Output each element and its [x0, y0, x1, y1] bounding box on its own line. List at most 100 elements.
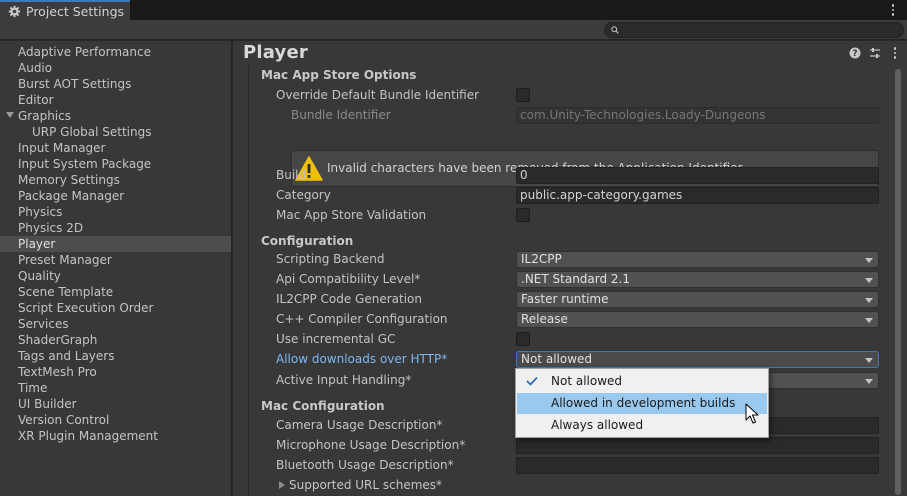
row-override-bundle: Override Default Bundle Identifier	[249, 85, 889, 105]
sidebar-item-xr-plugin[interactable]: XR Plugin Management	[0, 428, 231, 444]
sidebar-item-adaptive-performance[interactable]: Adaptive Performance	[0, 44, 231, 60]
incremental-gc-checkbox[interactable]	[516, 332, 530, 346]
sidebar-item-quality[interactable]: Quality	[0, 268, 231, 284]
preset-sliders-icon[interactable]	[869, 47, 881, 59]
field-label: Active Input Handling*	[276, 373, 412, 387]
row-url-schemes[interactable]: Supported URL schemes*	[249, 475, 889, 495]
field-label: C++ Compiler Configuration	[276, 312, 448, 326]
row-category: Category public.app-category.games	[249, 185, 889, 205]
field-label: IL2CPP Code Generation	[276, 292, 423, 306]
row-api-compat: Api Compatibility Level* .NET Standard 2…	[249, 269, 889, 289]
sidebar-item-input-system[interactable]: Input System Package	[0, 156, 231, 172]
window-tab-strip: Project Settings	[0, 0, 907, 20]
dropdown-value: Not allowed	[521, 352, 593, 366]
scrollbar-thumb[interactable]	[895, 69, 901, 495]
cpp-compiler-dropdown[interactable]: Release	[516, 311, 879, 328]
sidebar-item-textmesh-pro[interactable]: TextMesh Pro	[0, 364, 231, 380]
tab-title: Project Settings	[26, 3, 125, 19]
row-allow-http: Allow downloads over HTTP* Not allowed	[249, 349, 889, 369]
validation-checkbox[interactable]	[516, 208, 530, 222]
sidebar-item-label: Graphics	[18, 109, 71, 123]
svg-text:?: ?	[852, 49, 857, 59]
popup-option-not-allowed[interactable]: Not allowed	[517, 371, 767, 392]
mouse-cursor-icon	[745, 403, 759, 424]
row-incremental-gc: Use incremental GC	[249, 329, 889, 349]
row-build: Build 0	[249, 165, 889, 185]
settings-sidebar: Adaptive Performance Audio Burst AOT Set…	[0, 41, 232, 496]
sidebar-item-scene-template[interactable]: Scene Template	[0, 284, 231, 300]
sidebar-item-urp-global[interactable]: URP Global Settings	[0, 124, 231, 140]
vertical-scrollbar[interactable]	[893, 65, 903, 496]
scripting-backend-dropdown[interactable]: IL2CPP	[516, 251, 879, 268]
field-label: Override Default Bundle Identifier	[276, 88, 480, 102]
panel-menu-icon[interactable]	[889, 46, 901, 60]
sidebar-item-player[interactable]: Player	[0, 236, 231, 252]
allow-http-dropdown[interactable]: Not allowed	[516, 351, 879, 368]
popup-option-always-allowed[interactable]: Always allowed	[517, 415, 767, 436]
sidebar-item-tags-layers[interactable]: Tags and Layers	[0, 348, 231, 364]
field-label: Use incremental GC	[276, 332, 396, 346]
bluetooth-usage-field[interactable]	[516, 457, 879, 474]
tab-project-settings[interactable]: Project Settings	[0, 0, 130, 20]
section-mac-app-store[interactable]: Mac App Store Options	[249, 65, 889, 85]
section-title: Mac Configuration	[261, 399, 385, 413]
chevron-down-icon	[865, 318, 873, 323]
option-label: Not allowed	[551, 374, 623, 388]
dropdown-value: .NET Standard 2.1	[521, 272, 631, 286]
field-label: Scripting Backend	[276, 252, 385, 266]
dropdown-value: Faster runtime	[521, 292, 609, 306]
checkmark-icon	[526, 376, 538, 386]
option-label: Always allowed	[551, 418, 644, 432]
field-label: Bluetooth Usage Description*	[276, 458, 454, 472]
category-field[interactable]: public.app-category.games	[516, 187, 879, 204]
sidebar-item-audio[interactable]: Audio	[0, 60, 231, 76]
row-cpp-compiler: C++ Compiler Configuration Release	[249, 309, 889, 329]
section-configuration[interactable]: Configuration	[249, 231, 889, 251]
sidebar-item-script-execution[interactable]: Script Execution Order	[0, 300, 231, 316]
field-label: Bundle Identifier	[291, 108, 391, 122]
gear-icon	[8, 5, 21, 17]
allow-http-popup: Not allowed Allowed in development build…	[515, 368, 769, 438]
sidebar-item-physics[interactable]: Physics	[0, 204, 231, 220]
row-bluetooth-usage: Bluetooth Usage Description*	[249, 455, 889, 475]
build-field[interactable]: 0	[516, 167, 879, 184]
sidebar-item-ui-builder[interactable]: UI Builder	[0, 396, 231, 412]
sidebar-item-services[interactable]: Services	[0, 316, 231, 332]
sidebar-item-physics-2d[interactable]: Physics 2D	[0, 220, 231, 236]
option-label: Allowed in development builds	[551, 396, 736, 410]
chevron-down-icon	[865, 298, 873, 303]
sidebar-item-memory[interactable]: Memory Settings	[0, 172, 231, 188]
sidebar-item-graphics[interactable]: Graphics	[0, 108, 231, 124]
sidebar-item-time[interactable]: Time	[0, 380, 231, 396]
sidebar-item-editor[interactable]: Editor	[0, 92, 231, 108]
sidebar-item-package-manager[interactable]: Package Manager	[0, 188, 231, 204]
sidebar-item-preset-manager[interactable]: Preset Manager	[0, 252, 231, 268]
bundle-identifier-field: com.Unity-Technologies.Loady-Dungeons	[516, 107, 879, 124]
popup-option-allowed-dev[interactable]: Allowed in development builds	[517, 393, 767, 414]
help-icon[interactable]: ?	[849, 47, 861, 59]
field-label: Allow downloads over HTTP*	[276, 352, 448, 366]
sidebar-item-burst-aot[interactable]: Burst AOT Settings	[0, 76, 231, 92]
sidebar-item-input-manager[interactable]: Input Manager	[0, 140, 231, 156]
row-scripting-backend: Scripting Backend IL2CPP	[249, 249, 889, 269]
mic-usage-field[interactable]	[516, 437, 879, 454]
search-input[interactable]	[604, 22, 904, 38]
field-label: Api Compatibility Level*	[276, 272, 421, 286]
field-label: Microphone Usage Description*	[276, 438, 466, 452]
sidebar-item-version-control[interactable]: Version Control	[0, 412, 231, 428]
api-compat-dropdown[interactable]: .NET Standard 2.1	[516, 271, 879, 288]
window-menu-icon[interactable]	[887, 3, 899, 17]
search-icon	[611, 26, 619, 34]
chevron-down-icon	[865, 258, 873, 263]
field-label: Category	[276, 188, 331, 202]
row-bundle-identifier: Bundle Identifier com.Unity-Technologies…	[249, 105, 889, 125]
foldout-arrow-icon[interactable]	[279, 481, 285, 489]
chevron-down-icon	[865, 278, 873, 283]
dropdown-value: IL2CPP	[521, 252, 562, 266]
override-bundle-checkbox[interactable]	[516, 88, 530, 102]
expand-arrow-icon[interactable]	[6, 112, 14, 118]
il2cpp-codegen-dropdown[interactable]: Faster runtime	[516, 291, 879, 308]
row-mic-usage: Microphone Usage Description*	[249, 435, 889, 455]
chevron-down-icon	[865, 379, 873, 384]
sidebar-item-shadergraph[interactable]: ShaderGraph	[0, 332, 231, 348]
